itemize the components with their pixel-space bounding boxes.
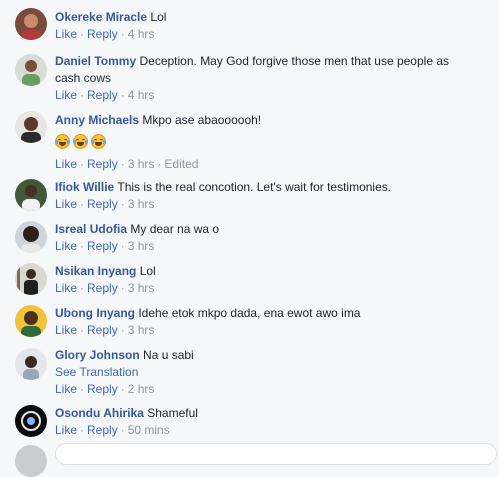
- avatar[interactable]: [15, 54, 47, 86]
- separator: ·: [120, 423, 125, 437]
- comment-author[interactable]: Isreal Udofia: [55, 222, 127, 236]
- comment-text: Deception. May God forgive those men tha…: [139, 54, 449, 68]
- see-translation-link[interactable]: See Translation: [55, 364, 485, 381]
- separator: ·: [120, 197, 125, 211]
- separator: ·: [120, 382, 125, 396]
- reply-link[interactable]: Reply: [87, 323, 118, 337]
- like-link[interactable]: Like: [55, 88, 77, 102]
- separator: ·: [80, 197, 85, 211]
- separator: ·: [80, 323, 85, 337]
- separator: ·: [80, 423, 85, 437]
- separator: ·: [120, 88, 125, 102]
- comment-text: Na u sabi: [143, 348, 194, 362]
- separator: ·: [120, 239, 125, 253]
- separator: ·: [80, 281, 85, 295]
- reply-link[interactable]: Reply: [87, 197, 118, 211]
- comment-author[interactable]: Glory Johnson: [55, 348, 140, 362]
- comment-text: Lol: [150, 10, 167, 24]
- separator: ·: [157, 157, 162, 171]
- comment-text: Lol: [139, 264, 156, 278]
- timestamp[interactable]: 2 hrs: [128, 382, 155, 396]
- avatar[interactable]: [15, 111, 47, 143]
- reply-link[interactable]: Reply: [87, 423, 118, 437]
- timestamp[interactable]: 3 hrs: [128, 239, 155, 253]
- comment-author[interactable]: Ifiok Willie: [55, 180, 114, 194]
- comment-author[interactable]: Anny Michaels: [55, 113, 139, 127]
- separator: ·: [80, 382, 85, 396]
- comment-text-continued: cash cows: [55, 71, 112, 85]
- reply-link[interactable]: Reply: [87, 27, 118, 41]
- separator: ·: [80, 239, 85, 253]
- like-link[interactable]: Like: [55, 239, 77, 253]
- comment-text: Mkpo ase abaoooooh!: [142, 113, 262, 127]
- separator: ·: [120, 281, 125, 295]
- like-link[interactable]: Like: [55, 197, 77, 211]
- separator: ·: [120, 157, 125, 171]
- like-link[interactable]: Like: [55, 382, 77, 396]
- reply-link[interactable]: Reply: [87, 157, 118, 171]
- current-user-avatar: [15, 445, 47, 477]
- separator: ·: [120, 27, 125, 41]
- avatar[interactable]: [15, 405, 47, 437]
- avatar[interactable]: [15, 8, 47, 40]
- separator: ·: [80, 157, 85, 171]
- like-link[interactable]: Like: [55, 423, 77, 437]
- comment-author[interactable]: Okereke Miracle: [55, 10, 147, 24]
- comment-author[interactable]: Daniel Tommy: [55, 54, 136, 68]
- comment-author[interactable]: Osondu Ahirika: [55, 406, 144, 420]
- avatar[interactable]: [15, 221, 47, 253]
- reply-link[interactable]: Reply: [87, 382, 118, 396]
- tears-of-joy-icon: [91, 134, 106, 150]
- avatar[interactable]: [15, 305, 47, 337]
- comment-text: Idehe etok mkpo dada, ena ewot awo ima: [138, 306, 361, 320]
- timestamp[interactable]: 50 mins: [128, 423, 170, 437]
- avatar[interactable]: [15, 348, 47, 380]
- timestamp[interactable]: 4 hrs: [128, 27, 155, 41]
- reply-link[interactable]: Reply: [87, 239, 118, 253]
- comment-text: My dear na wa o: [130, 222, 220, 236]
- like-link[interactable]: Like: [55, 157, 77, 171]
- timestamp[interactable]: 3 hrs: [128, 157, 155, 171]
- timestamp[interactable]: 3 hrs: [128, 281, 155, 295]
- timestamp[interactable]: 3 hrs: [128, 197, 155, 211]
- avatar[interactable]: [15, 263, 47, 295]
- avatar[interactable]: [15, 179, 47, 211]
- tears-of-joy-icon: [73, 134, 88, 150]
- like-link[interactable]: Like: [55, 281, 77, 295]
- like-link[interactable]: Like: [55, 27, 77, 41]
- comment-text: Shameful: [147, 406, 198, 420]
- like-link[interactable]: Like: [55, 323, 77, 337]
- write-reply-input[interactable]: [55, 443, 497, 465]
- timestamp[interactable]: 4 hrs: [128, 88, 155, 102]
- separator: ·: [80, 27, 85, 41]
- reply-link[interactable]: Reply: [87, 88, 118, 102]
- comment-author[interactable]: Ubong Inyang: [55, 306, 135, 320]
- separator: ·: [120, 323, 125, 337]
- reply-link[interactable]: Reply: [87, 281, 118, 295]
- edited-label[interactable]: Edited: [164, 157, 198, 171]
- timestamp[interactable]: 3 hrs: [128, 323, 155, 337]
- tears-of-joy-icon: [55, 134, 70, 150]
- comment-author[interactable]: Nsikan Inyang: [55, 264, 136, 278]
- comment-text: This is the real concotion. Let's wait f…: [117, 180, 392, 194]
- separator: ·: [80, 88, 85, 102]
